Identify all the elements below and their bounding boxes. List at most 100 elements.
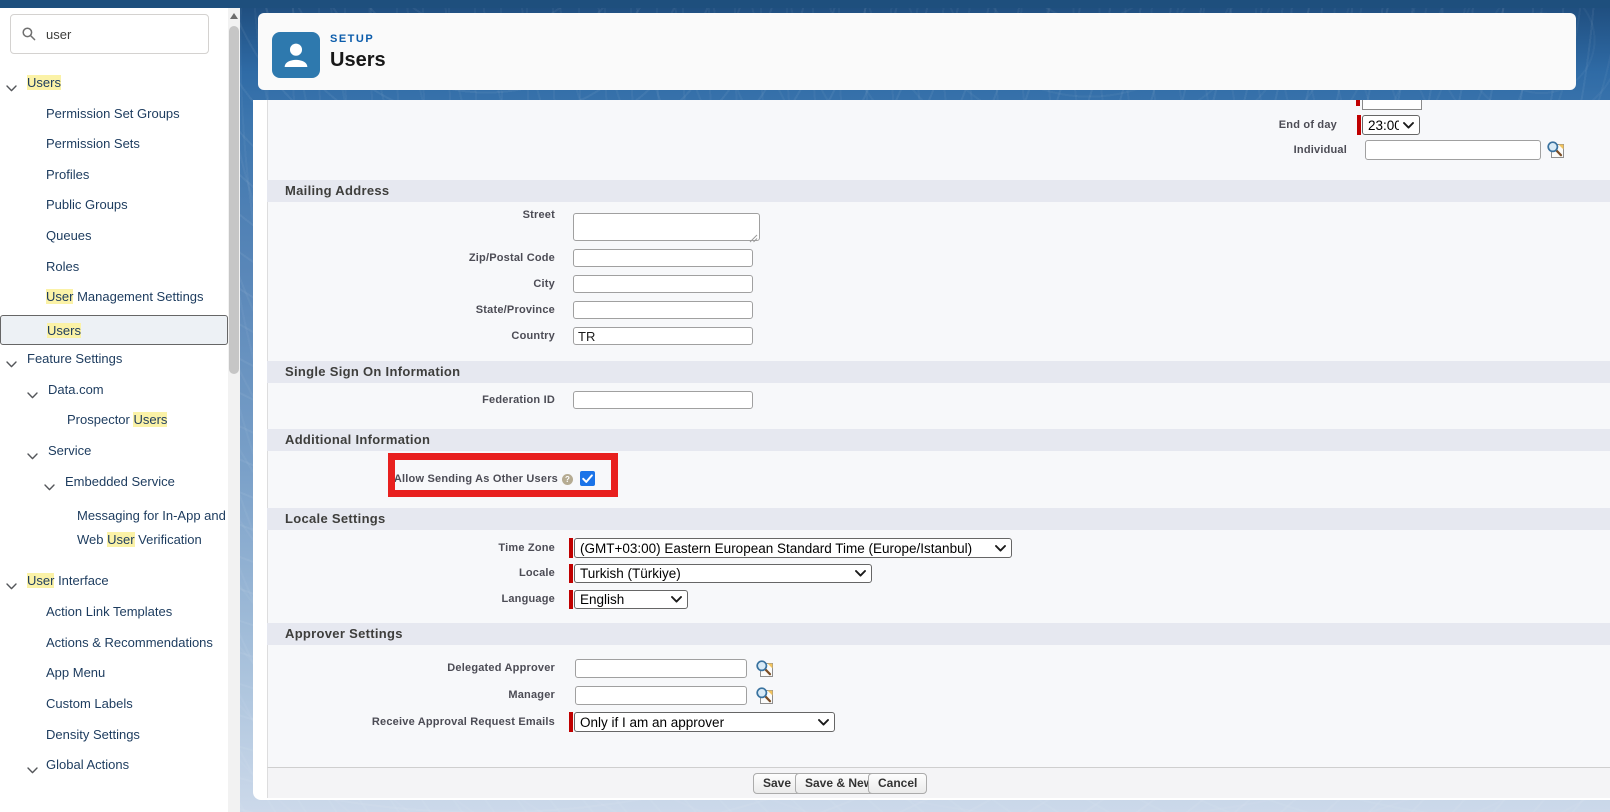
manager-input[interactable] — [575, 686, 747, 705]
label-street: Street — [355, 209, 555, 221]
tree-label-segment: Queues — [46, 228, 92, 243]
sidebar-item-users[interactable]: Users — [0, 315, 228, 345]
chevron-down-icon — [991, 545, 1011, 552]
tree-label-segment: Density Settings — [46, 727, 140, 742]
delegated-approver-lookup-icon[interactable] — [755, 659, 774, 683]
search-match-highlight: User — [46, 289, 73, 304]
section-title: Locale Settings — [285, 508, 386, 530]
sidebar-item-data-com[interactable]: Data.com — [0, 377, 228, 403]
required-bar — [1357, 115, 1361, 135]
sidebar-item-service[interactable]: Service — [0, 438, 228, 464]
search-match-highlight: Users — [133, 412, 167, 427]
locale-select[interactable]: Turkish (Türkiye) — [574, 564, 872, 583]
tree-item-label: Feature Settings — [27, 347, 122, 371]
sidebar-item-actions-recommendations[interactable]: Actions & Recommendations — [0, 630, 228, 656]
chevron-down-icon[interactable] — [6, 577, 17, 595]
label-end-of-day: End of day — [1137, 119, 1337, 131]
sidebar-item-global-actions[interactable]: Global Actions — [0, 752, 228, 778]
tree-label-segment: Roles — [46, 259, 79, 274]
start-of-day-partial-select[interactable] — [1362, 100, 1422, 110]
tree-item-label: Roles — [46, 255, 79, 279]
tree-label-segment: Prospector — [67, 412, 133, 427]
sidebar-item-user-management-settings[interactable]: User Management Settings — [0, 284, 228, 310]
city-input[interactable] — [573, 275, 753, 293]
chevron-down-icon — [1399, 122, 1419, 129]
delegated-approver-input[interactable] — [575, 659, 747, 678]
chevron-down-icon[interactable] — [6, 355, 17, 373]
scrollbar-thumb[interactable] — [229, 26, 239, 374]
sidebar-item-profiles[interactable]: Profiles — [0, 162, 228, 188]
section-title: Mailing Address — [285, 180, 389, 202]
label-language: Language — [355, 593, 555, 605]
label-individual: Individual — [1147, 144, 1347, 156]
search-icon — [22, 27, 36, 41]
highlight-box — [388, 453, 618, 497]
tree-item-label: Queues — [46, 224, 92, 248]
top-bar — [0, 0, 1610, 8]
individual-input[interactable] — [1365, 140, 1541, 160]
tree-item-label: Embedded Service — [65, 470, 175, 494]
chevron-down-icon[interactable] — [27, 447, 38, 465]
resize-handle-icon[interactable] — [749, 230, 758, 248]
tree-label-segment: Feature Settings — [27, 351, 122, 366]
sidebar: Users Permission Set Groups Permission Set… — [0, 8, 228, 812]
sidebar-scrollbar[interactable] — [228, 8, 240, 812]
sidebar-item-density-settings[interactable]: Density Settings — [0, 722, 228, 748]
chevron-down-icon[interactable] — [6, 79, 17, 97]
users-object-tile — [272, 32, 320, 78]
time-zone-select[interactable]: (GMT+03:00) Eastern European Standard Ti… — [574, 538, 1012, 558]
language-select[interactable]: English — [574, 590, 688, 609]
sidebar-item-custom-labels[interactable]: Custom Labels — [0, 691, 228, 717]
street-textarea[interactable] — [573, 213, 760, 241]
tree-item-label: Users — [27, 71, 61, 95]
individual-lookup-icon[interactable] — [1546, 140, 1565, 164]
label-state-province: State/Province — [355, 304, 555, 316]
tree-item-label: Actions & Recommendations — [46, 631, 213, 655]
sidebar-item-feature-settings[interactable]: Feature Settings — [0, 346, 228, 372]
search-match-highlight: User — [107, 532, 134, 547]
sidebar-item-permission-sets[interactable]: Permission Sets — [0, 131, 228, 157]
sidebar-item-prospector-users[interactable]: Prospector Users — [0, 407, 228, 433]
manager-lookup-icon[interactable] — [755, 686, 774, 710]
sidebar-search-input[interactable] — [44, 26, 198, 43]
tree-item-label: Public Groups — [46, 193, 128, 217]
page-title: Users — [330, 49, 386, 72]
page: Users Permission Set Groups Permission Set… — [0, 0, 1610, 812]
tree-label-segment: Permission Sets — [46, 136, 140, 151]
sidebar-item-action-link-templates[interactable]: Action Link Templates — [0, 599, 228, 625]
tree-label-segment: Embedded Service — [65, 474, 175, 489]
tree-item-label: App Menu — [46, 661, 105, 685]
search-match-highlight: Users — [47, 323, 81, 338]
button-bar — [267, 767, 1610, 798]
tree-item-label: Users — [47, 319, 81, 343]
cancel-button[interactable]: Cancel — [868, 773, 927, 794]
state-province-input[interactable] — [573, 301, 753, 319]
tree-item-label: Messaging for In-App and Web User Verifi… — [77, 504, 227, 552]
chevron-down-icon — [851, 570, 871, 577]
tree-item-label: Action Link Templates — [46, 600, 172, 624]
end-of-day-select[interactable]: 23:00 — [1362, 115, 1420, 135]
save-button[interactable]: Save — [753, 773, 801, 794]
tree-item-label: Custom Labels — [46, 692, 133, 716]
zip-postal-code-input[interactable] — [573, 249, 753, 267]
sidebar-item-app-menu[interactable]: App Menu — [0, 660, 228, 686]
sidebar-item-embedded-service[interactable]: Embedded Service — [0, 469, 228, 495]
scroll-up-arrow[interactable] — [230, 13, 238, 19]
sidebar-item-users[interactable]: Users — [0, 70, 228, 96]
sidebar-search — [10, 14, 209, 54]
federation-id-input[interactable] — [573, 391, 753, 409]
sidebar-item-permission-set-groups[interactable]: Permission Set Groups — [0, 101, 228, 127]
tree-item-label: Data.com — [48, 378, 104, 402]
chevron-down-icon[interactable] — [27, 386, 38, 404]
sidebar-item-queues[interactable]: Queues — [0, 223, 228, 249]
sidebar-item-public-groups[interactable]: Public Groups — [0, 192, 228, 218]
section-bar-additional-information: Additional Information — [267, 429, 1610, 451]
sidebar-item-roles[interactable]: Roles — [0, 254, 228, 280]
chevron-down-icon[interactable] — [44, 478, 55, 496]
country-input[interactable] — [573, 327, 753, 345]
tree-item-label: Density Settings — [46, 723, 140, 747]
receive-approval-request-emails-select[interactable]: Only if I am an approver — [574, 712, 835, 732]
chevron-down-icon[interactable] — [27, 761, 38, 779]
tree-item-label: User Interface — [27, 569, 109, 593]
sidebar-item-user-interface[interactable]: User Interface — [0, 568, 228, 594]
